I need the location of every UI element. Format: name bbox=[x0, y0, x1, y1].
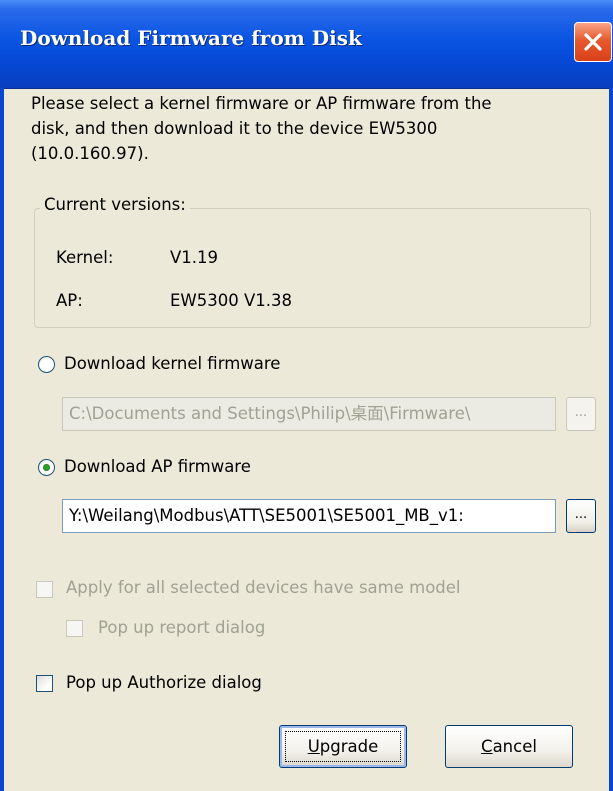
current-versions-legend: Current versions: bbox=[40, 195, 190, 214]
popup-report-checkbox[interactable] bbox=[66, 620, 83, 637]
ap-path-input[interactable]: Y:\Weilang\Modbus\ATT\SE5001\SE5001_MB_v… bbox=[62, 499, 556, 533]
apply-all-label: Apply for all selected devices have same… bbox=[66, 578, 461, 597]
ap-browse-button[interactable]: ... bbox=[566, 499, 596, 533]
upgrade-button[interactable]: Upgrade bbox=[279, 725, 407, 768]
cancel-label: ancel bbox=[492, 737, 537, 756]
apply-all-checkbox[interactable] bbox=[36, 581, 53, 598]
close-x-icon bbox=[584, 33, 602, 51]
title-bar: Download Firmware from Disk bbox=[0, 0, 613, 89]
kernel-firmware-radio[interactable] bbox=[38, 356, 55, 373]
upgrade-mnemonic: U bbox=[307, 737, 320, 756]
kernel-version-label: Kernel: bbox=[56, 248, 114, 267]
window-frame-left bbox=[0, 88, 4, 791]
kernel-firmware-label[interactable]: Download kernel firmware bbox=[64, 354, 280, 373]
description-line: (10.0.160.97). bbox=[31, 144, 149, 163]
description-line: Please select a kernel firmware or AP fi… bbox=[31, 94, 492, 113]
description-text: Please select a kernel firmware or AP fi… bbox=[31, 91, 591, 166]
ap-version-value: EW5300 V1.38 bbox=[170, 291, 293, 310]
kernel-version-value: V1.19 bbox=[170, 248, 219, 267]
ap-firmware-radio[interactable] bbox=[38, 459, 55, 476]
popup-authorize-checkbox[interactable] bbox=[36, 675, 53, 692]
kernel-browse-button[interactable]: ... bbox=[566, 397, 596, 431]
close-button[interactable] bbox=[574, 22, 612, 62]
popup-authorize-label[interactable]: Pop up Authorize dialog bbox=[66, 673, 262, 692]
window-title: Download Firmware from Disk bbox=[20, 26, 362, 50]
kernel-path-input[interactable]: C:\Documents and Settings\Philip\桌面\Firm… bbox=[62, 397, 556, 431]
upgrade-label: pgrade bbox=[319, 737, 379, 756]
cancel-button[interactable]: Cancel bbox=[445, 725, 573, 768]
popup-report-label: Pop up report dialog bbox=[98, 618, 266, 637]
description-line: disk, and then download it to the device… bbox=[31, 119, 438, 138]
current-versions-group bbox=[34, 208, 591, 328]
window-frame-right bbox=[609, 88, 613, 791]
ap-firmware-label[interactable]: Download AP firmware bbox=[64, 457, 251, 476]
ap-version-label: AP: bbox=[56, 291, 83, 310]
cancel-mnemonic: C bbox=[481, 737, 493, 756]
